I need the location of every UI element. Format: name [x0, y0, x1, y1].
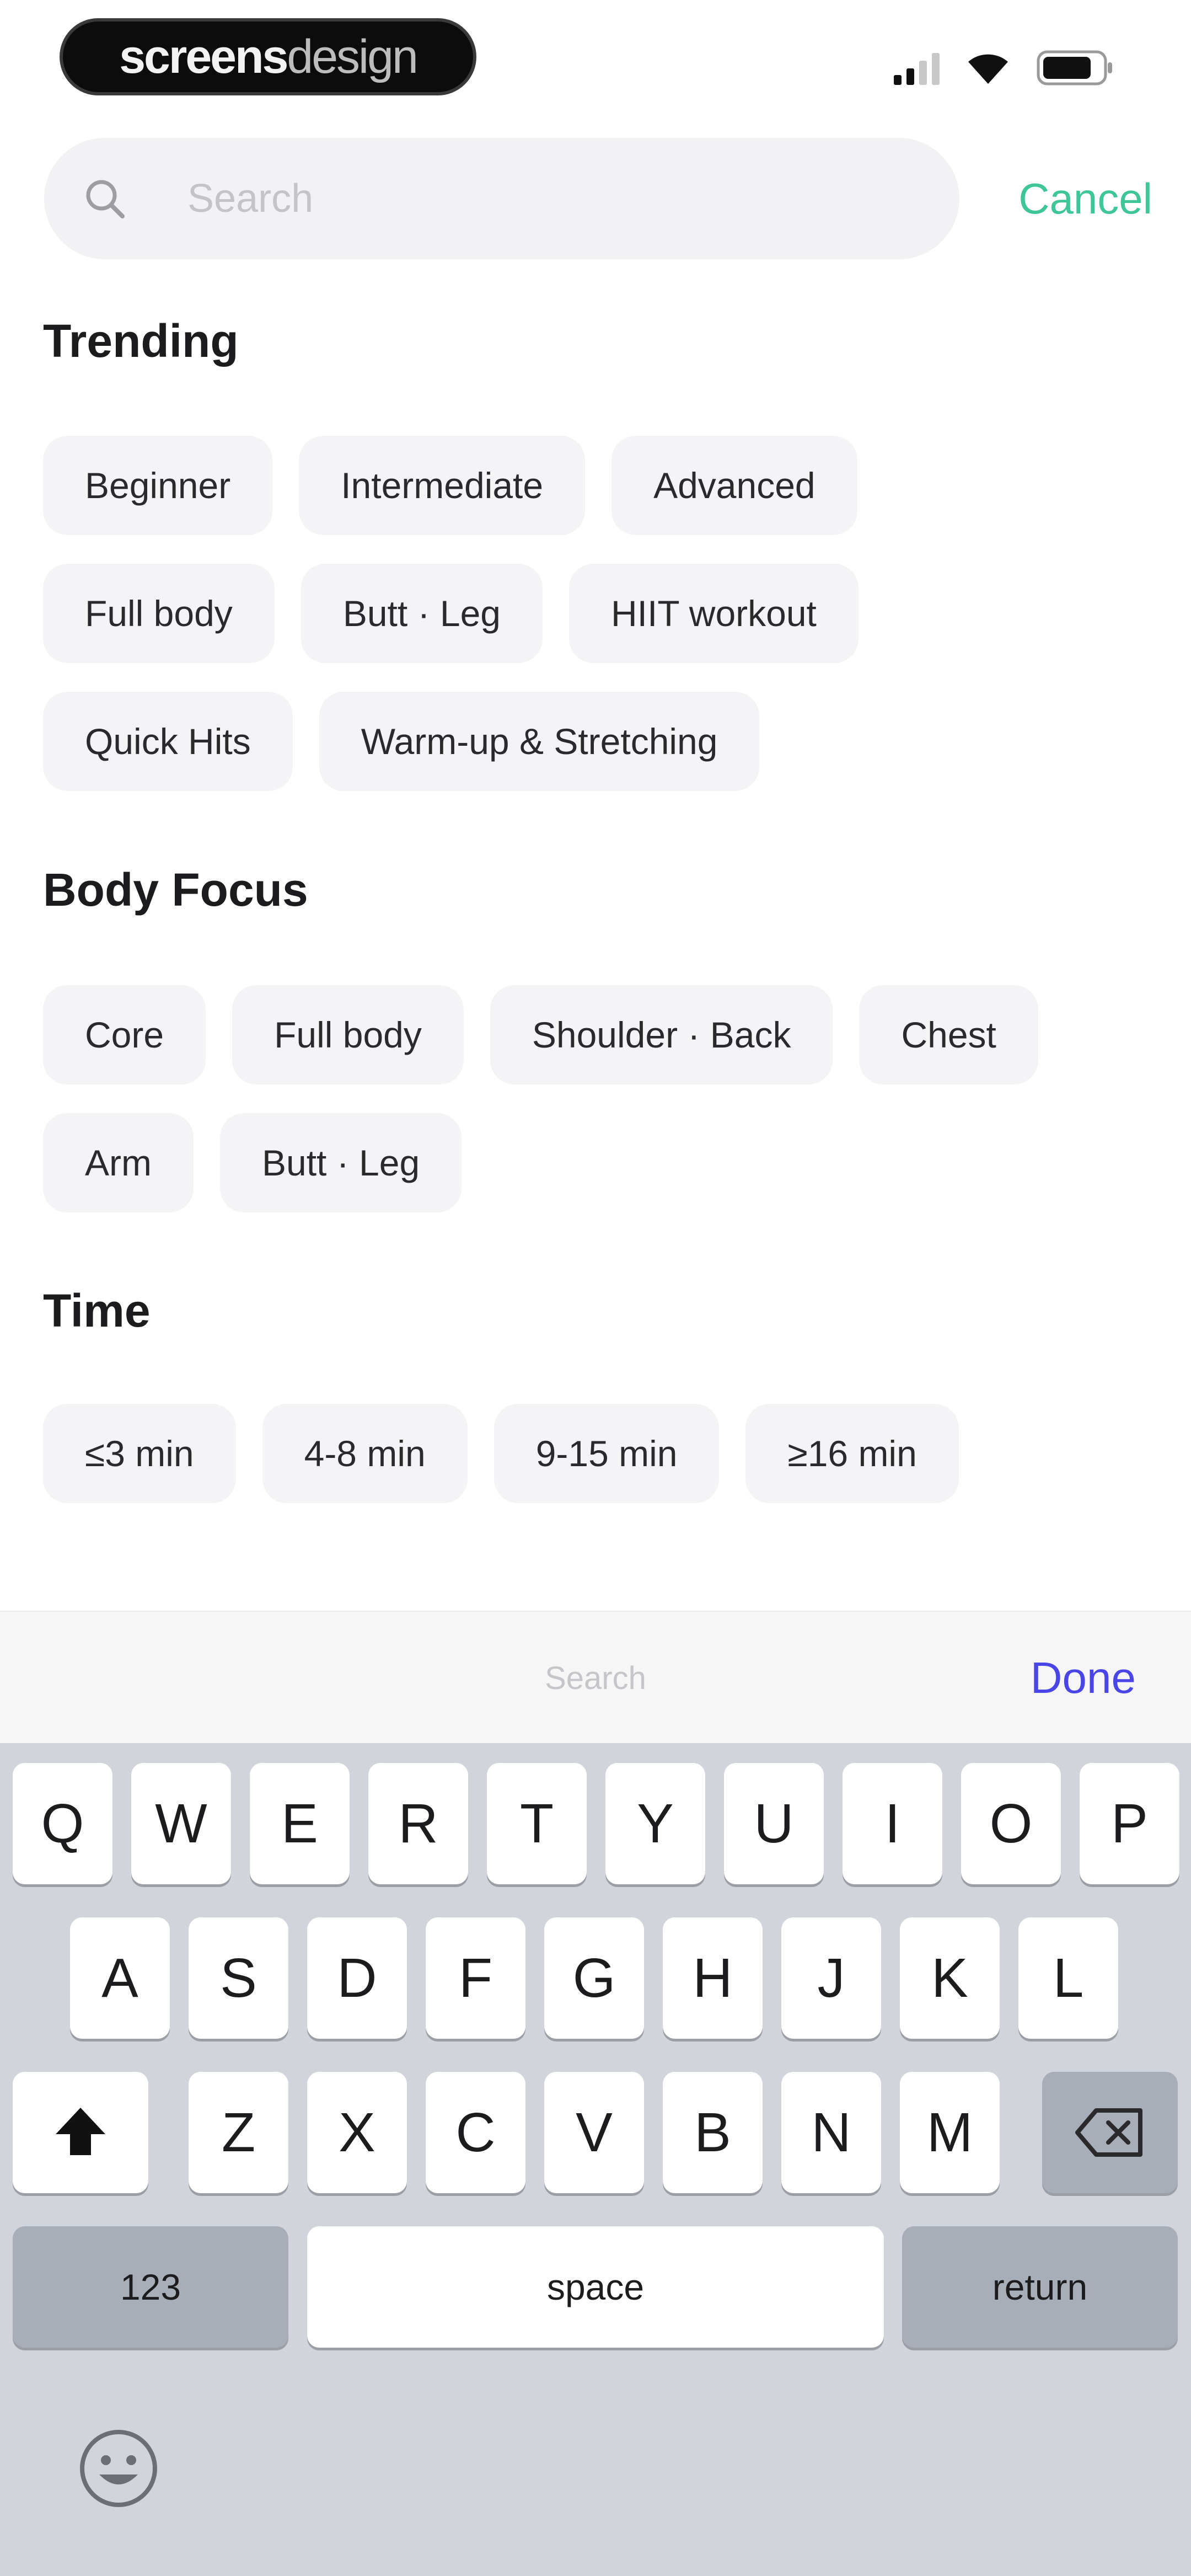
key-n[interactable]: N — [781, 2072, 881, 2193]
key-j[interactable]: J — [781, 1917, 881, 2039]
key-z[interactable]: Z — [189, 2072, 288, 2193]
key-g[interactable]: G — [544, 1917, 644, 2039]
brand-logo: screens design — [60, 18, 476, 95]
brand-logo-part1: screens — [119, 30, 288, 83]
chip-advanced[interactable]: Advanced — [611, 436, 857, 535]
key-y[interactable]: Y — [605, 1763, 705, 1884]
key-m[interactable]: M — [900, 2072, 1000, 2193]
section-title-trending: Trending — [43, 315, 239, 367]
chip-row: Full body Butt · Leg HIIT workout — [43, 564, 859, 663]
brand-logo-part2: design — [287, 30, 418, 83]
chip-shoulder-back[interactable]: Shoulder · Back — [490, 985, 833, 1084]
key-e[interactable]: E — [250, 1763, 350, 1884]
search-icon — [86, 180, 125, 218]
emoji-icon[interactable] — [77, 2427, 160, 2510]
numbers-key[interactable]: 123 — [13, 2226, 288, 2348]
chip-row: Beginner Intermediate Advanced — [43, 436, 857, 535]
chip-intermediate[interactable]: Intermediate — [299, 436, 586, 535]
keyboard-toolbar: Search Done — [0, 1611, 1191, 1743]
done-button[interactable]: Done — [1031, 1612, 1136, 1744]
chip-warm-up-stretching[interactable]: Warm-up & Stretching — [319, 692, 760, 791]
delete-key[interactable] — [1042, 2072, 1178, 2193]
status-bar: screens design — [0, 0, 1191, 121]
key-q[interactable]: Q — [13, 1763, 112, 1884]
status-icons — [894, 49, 1114, 87]
wifi-icon — [966, 51, 1010, 85]
chip-row: Arm Butt · Leg — [43, 1113, 462, 1212]
chip-hiit-workout[interactable]: HIIT workout — [568, 564, 859, 663]
search-field[interactable] — [44, 138, 959, 259]
chip-9-15-min[interactable]: 9-15 min — [493, 1404, 720, 1503]
key-s[interactable]: S — [189, 1917, 288, 2039]
key-a[interactable]: A — [70, 1917, 170, 2039]
chip-chest[interactable]: Chest — [859, 985, 1038, 1084]
cancel-button[interactable]: Cancel — [1018, 138, 1152, 259]
chip-butt-leg[interactable]: Butt · Leg — [301, 564, 543, 663]
key-u[interactable]: U — [724, 1763, 824, 1884]
key-b[interactable]: B — [663, 2072, 763, 2193]
key-r[interactable]: R — [368, 1763, 468, 1884]
chip-core[interactable]: Core — [43, 985, 206, 1084]
shift-icon — [56, 2108, 105, 2155]
key-c[interactable]: C — [426, 2072, 525, 2193]
chip-quick-hits[interactable]: Quick Hits — [43, 692, 293, 791]
key-d[interactable]: D — [307, 1917, 407, 2039]
keyboard-toolbar-placeholder: Search — [545, 1660, 646, 1696]
space-key[interactable]: space — [307, 2226, 884, 2348]
signal-icon — [894, 51, 940, 85]
key-l[interactable]: L — [1018, 1917, 1118, 2039]
chip-row: ≤3 min 4-8 min 9-15 min ≥16 min — [43, 1404, 959, 1503]
battery-icon — [1037, 50, 1114, 85]
key-v[interactable]: V — [544, 2072, 644, 2193]
chip-row: Quick Hits Warm-up & Stretching — [43, 692, 760, 791]
chip-over-16-min[interactable]: ≥16 min — [745, 1404, 959, 1503]
search-input[interactable] — [187, 176, 904, 221]
key-i[interactable]: I — [843, 1763, 942, 1884]
chip-beginner[interactable]: Beginner — [43, 436, 273, 535]
key-h[interactable]: H — [663, 1917, 763, 2039]
chip-4-8-min[interactable]: 4-8 min — [262, 1404, 468, 1503]
chip-under-3-min[interactable]: ≤3 min — [43, 1404, 236, 1503]
chip-full-body[interactable]: Full body — [43, 564, 275, 663]
shift-key[interactable] — [13, 2072, 148, 2193]
keyboard: Q W E R T Y U I O P A S D F G H J K L Z … — [0, 1743, 1191, 2576]
key-w[interactable]: W — [131, 1763, 231, 1884]
key-f[interactable]: F — [426, 1917, 525, 2039]
key-k[interactable]: K — [900, 1917, 1000, 2039]
search-row: Cancel — [44, 138, 1152, 259]
key-p[interactable]: P — [1080, 1763, 1179, 1884]
return-key[interactable]: return — [902, 2226, 1178, 2348]
chip-butt-leg[interactable]: Butt · Leg — [219, 1113, 462, 1212]
section-title-time: Time — [43, 1285, 151, 1337]
backspace-icon — [1075, 2108, 1142, 2157]
chip-full-body[interactable]: Full body — [232, 985, 464, 1084]
section-title-body-focus: Body Focus — [43, 864, 308, 916]
key-t[interactable]: T — [487, 1763, 587, 1884]
key-o[interactable]: O — [961, 1763, 1061, 1884]
chip-row: Core Full body Shoulder · Back Chest — [43, 985, 1038, 1084]
key-x[interactable]: X — [307, 2072, 407, 2193]
chip-arm[interactable]: Arm — [43, 1113, 194, 1212]
